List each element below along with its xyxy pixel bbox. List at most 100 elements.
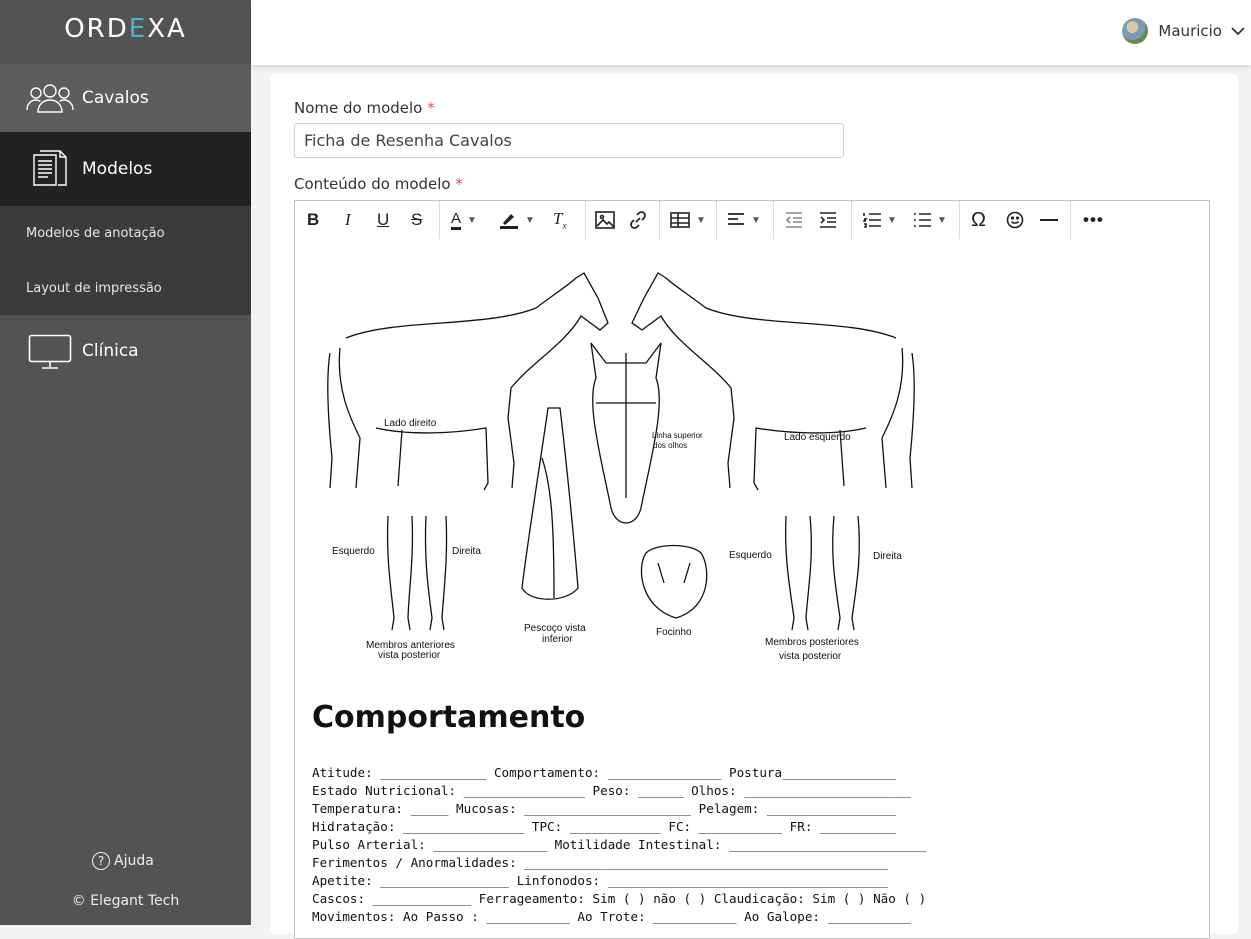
numbered-list-icon [863, 213, 881, 228]
horizontal-line-icon [1040, 219, 1058, 221]
sidebar-item-cavalos[interactable]: Cavalos [0, 64, 251, 132]
strikethrough-button[interactable]: S [411, 206, 422, 234]
more-icon: ••• [1083, 210, 1104, 229]
form-line: Apetite: _________________ Linfonodos: _… [312, 873, 889, 888]
front-legs-posterior [386, 515, 448, 631]
user-name: Mauricio [1158, 22, 1222, 40]
form-line: Pulso Arterial: _______________ Motilida… [312, 837, 927, 852]
name-input[interactable] [294, 123, 844, 158]
toolbar-separator [773, 201, 774, 239]
clear-format-icon: Tx [553, 209, 567, 231]
label-direita-front: Direita [452, 546, 481, 557]
horse-neck-inferior [521, 407, 579, 600]
emoji-icon [1006, 211, 1024, 229]
users-icon [26, 84, 74, 113]
label-focinho: Focinho [656, 627, 692, 638]
editor-toolbar: B I U S A ▼ ▼ Tx ▼ ▼ ▼ ▼ Ω ••• [294, 200, 1210, 240]
toolbar-separator [585, 201, 586, 239]
content-field-label: Conteúdo do modelo * [294, 175, 463, 193]
form-line: Hidratação: ________________ TPC: ______… [312, 819, 896, 834]
documents-icon [33, 150, 67, 186]
indent-button[interactable] [819, 206, 837, 234]
form-line: Ferimentos / Anormalidades: ____________… [312, 855, 889, 870]
link-button[interactable] [628, 206, 648, 234]
chevron-down-icon [1231, 27, 1245, 36]
font-color-icon: A [451, 210, 462, 230]
hind-legs-posterior [784, 515, 860, 631]
underline-button[interactable]: U [377, 206, 389, 234]
sidebar-item-label: Cavalos [82, 88, 149, 108]
avatar [1122, 18, 1149, 44]
help-label: Ajuda [114, 853, 154, 869]
label-pescoco-2: inferior [542, 634, 573, 645]
image-button[interactable] [595, 206, 615, 234]
image-icon [595, 211, 615, 229]
horse-diagram-image: Lado direito Lado esquerdo Linha superio… [327, 272, 915, 662]
horse-muzzle [640, 544, 708, 619]
align-left-icon [728, 213, 744, 225]
sidebar-subitem-layout-impressao[interactable]: Layout de impressão [26, 281, 162, 296]
label-membros-posteriores-1: Membros posteriores [765, 637, 859, 648]
label-lado-esquerdo: Lado esquerdo [784, 432, 851, 443]
form-line: Movimentos: Ao Passo : ___________ Ao Tr… [312, 909, 911, 924]
indent-icon [820, 212, 836, 228]
label-esquerdo-front: Esquerdo [332, 546, 375, 557]
table-button[interactable]: ▼ [670, 206, 706, 234]
link-icon [630, 211, 646, 229]
toolbar-separator [716, 201, 717, 239]
top-bar: Mauricio [251, 0, 1251, 65]
outdent-button[interactable] [785, 206, 803, 234]
user-menu[interactable]: Mauricio [1122, 18, 1245, 44]
bulleted-list-button[interactable]: ▼ [913, 206, 947, 234]
copyright: © Elegant Tech [71, 893, 180, 909]
horizontal-line-button[interactable] [1040, 206, 1058, 234]
label-membros-anteriores-2: vista posterior [378, 650, 441, 661]
form-line: Estado Nutricional: ________________ Pes… [312, 783, 911, 798]
emoji-button[interactable] [1006, 206, 1024, 234]
highlighter-icon [500, 214, 518, 229]
font-color-button[interactable]: A ▼ [451, 206, 477, 234]
toolbar-separator [659, 201, 660, 239]
clear-format-button[interactable]: Tx [553, 206, 566, 234]
label-pescoco-1: Pescoço vista [524, 623, 586, 634]
bold-button[interactable]: B [307, 206, 319, 234]
content-form-lines: Atitude: ______________ Comportamento: _… [312, 764, 926, 926]
special-char-button[interactable]: Ω [971, 206, 986, 234]
table-icon [670, 212, 690, 228]
sidebar-subitem-modelos-anotacao[interactable]: Modelos de anotação [26, 226, 165, 241]
label-lado-direito: Lado direito [384, 418, 437, 429]
highlight-button[interactable]: ▼ [499, 206, 535, 234]
help-link[interactable]: ? Ajuda [92, 852, 154, 870]
align-button[interactable]: ▼ [727, 206, 761, 234]
label-membros-posteriores-2: vista posterior [779, 651, 842, 662]
content-heading: Comportamento [312, 700, 586, 735]
sidebar-item-label: Modelos [82, 159, 153, 179]
label-direita-hind: Direita [873, 551, 902, 562]
numbered-list-button[interactable]: ▼ [863, 206, 897, 234]
form-line: Temperatura: _____ Mucosas: ____________… [312, 801, 896, 816]
horse-head-front [590, 342, 662, 524]
sidebar-subnav: Modelos de anotação Layout de impressão [0, 206, 251, 315]
sidebar-item-label: Clínica [82, 341, 139, 361]
name-field-label: Nome do modelo * [294, 99, 435, 117]
outdent-icon [785, 212, 802, 228]
italic-button[interactable]: I [345, 206, 351, 234]
sidebar: ORDEXA Cavalos Modelos Modelos de anotaç… [0, 0, 251, 925]
bulleted-list-icon [914, 213, 931, 227]
sidebar-item-modelos[interactable]: Modelos [0, 132, 251, 206]
toolbar-separator [959, 201, 960, 239]
toolbar-separator [439, 201, 440, 239]
form-line: Cascos: _____________ Ferrageamento: Sim… [312, 891, 927, 906]
form-line: Atitude: ______________ Comportamento: _… [312, 765, 896, 780]
toolbar-separator [851, 201, 852, 239]
monitor-icon [28, 334, 72, 369]
sidebar-item-clinica[interactable]: Clínica [0, 315, 251, 387]
horse-left-side [631, 272, 915, 491]
label-linha-superior-2: dos olhos [653, 441, 687, 450]
toolbar-separator [1070, 201, 1071, 239]
label-esquerdo-hind: Esquerdo [729, 550, 772, 561]
help-icon: ? [92, 852, 110, 870]
app-logo[interactable]: ORDEXA [0, 14, 251, 44]
label-linha-superior-1: Linha superior [652, 431, 703, 440]
more-button[interactable]: ••• [1083, 206, 1104, 234]
